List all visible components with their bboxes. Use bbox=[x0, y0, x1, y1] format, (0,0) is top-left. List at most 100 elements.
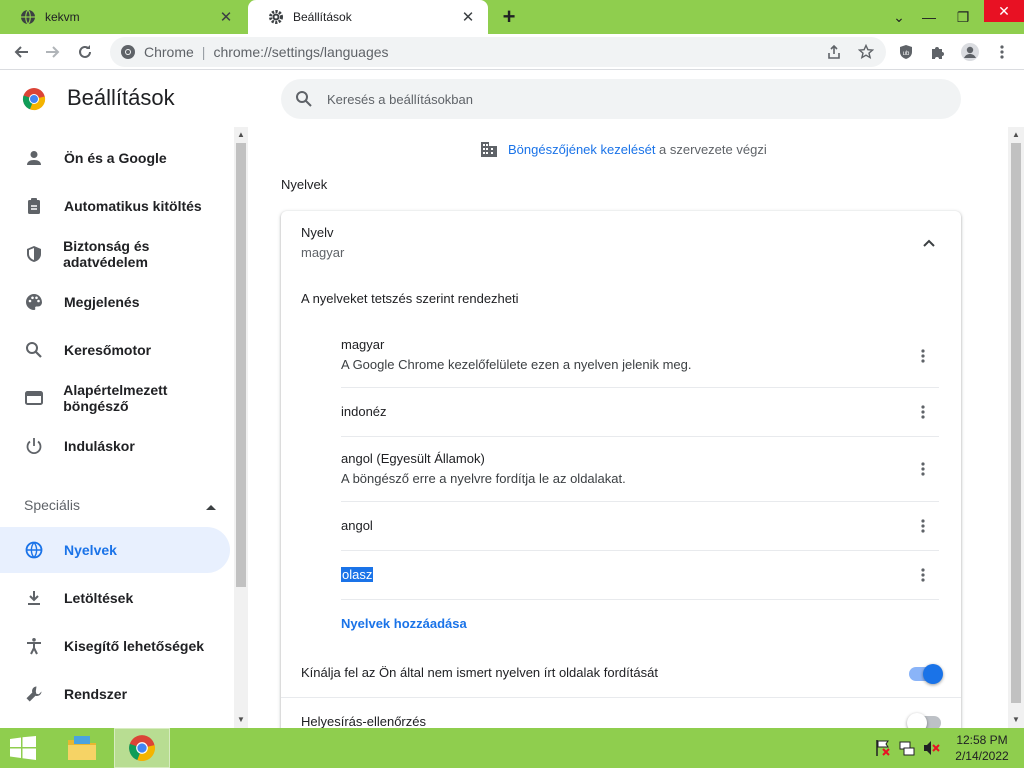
sidebar-item-languages[interactable]: Nyelvek bbox=[0, 527, 230, 573]
sidebar-item-downloads[interactable]: Letöltések bbox=[0, 575, 230, 621]
sidebar-item-privacy[interactable]: Biztonság és adatvédelem bbox=[0, 231, 230, 277]
chrome-logo-icon bbox=[129, 735, 155, 761]
volume-muted-icon[interactable] bbox=[922, 739, 940, 757]
sidebar-item-accessibility[interactable]: Kisegítő lehetőségek bbox=[0, 623, 230, 669]
sidebar-item-autofill[interactable]: Automatikus kitöltés bbox=[0, 183, 230, 229]
network-icon[interactable] bbox=[898, 739, 916, 757]
browser-icon bbox=[24, 388, 43, 408]
tab-search-icon[interactable]: ⌄ bbox=[882, 0, 916, 34]
sidebar-item-appearance[interactable]: Megjelenés bbox=[0, 279, 230, 325]
sidebar-item-default-browser[interactable]: Alapértelmezett böngésző bbox=[0, 375, 230, 421]
scroll-down-arrow-icon[interactable]: ▼ bbox=[1012, 715, 1020, 724]
shield-icon bbox=[24, 244, 43, 264]
arrow-right-icon bbox=[46, 46, 60, 58]
windows-start-icon[interactable] bbox=[8, 736, 38, 760]
caret-up-icon bbox=[206, 497, 216, 513]
clock-date: 2/14/2022 bbox=[955, 749, 1009, 763]
language-description: A böngésző erre a nyelvre fordítja le az… bbox=[341, 471, 626, 486]
language-row-angol-us: angol (Egyesült Államok) A böngésző erre… bbox=[341, 437, 939, 502]
chrome-taskbar-icon[interactable] bbox=[114, 728, 170, 768]
sidebar-item-label: Letöltések bbox=[64, 590, 134, 606]
language-row-angol: angol bbox=[341, 502, 939, 551]
languages-card: Nyelv magyar A nyelveket tetszés szerint… bbox=[281, 211, 961, 741]
sidebar-scrollbar[interactable]: ▲ ▼ bbox=[234, 127, 248, 728]
section-title-languages: Nyelvek bbox=[281, 177, 328, 192]
menu-kebab-icon[interactable] bbox=[989, 39, 1015, 65]
translate-toggle-row[interactable]: Kínálja fel az Ön által nem ismert nyelv… bbox=[281, 649, 961, 697]
sidebar-item-label: Keresőmotor bbox=[64, 342, 152, 358]
search-input[interactable] bbox=[327, 91, 907, 107]
more-options-icon[interactable] bbox=[911, 514, 935, 538]
language-header[interactable]: Nyelv magyar bbox=[301, 225, 344, 260]
tab-close-icon[interactable]: ✕ bbox=[216, 7, 236, 27]
language-row-indonez: indonéz bbox=[341, 388, 939, 437]
folder-icon bbox=[68, 736, 96, 760]
new-tab-button[interactable]: + bbox=[498, 4, 520, 29]
scroll-up-arrow-icon[interactable]: ▲ bbox=[1012, 130, 1020, 139]
chrome-logo-icon bbox=[22, 88, 46, 111]
address-bar[interactable]: Chrome | chrome://settings/languages bbox=[110, 37, 886, 67]
minimize-button[interactable]: — bbox=[912, 0, 946, 34]
language-current: magyar bbox=[301, 245, 345, 260]
wrench-icon bbox=[24, 684, 44, 704]
page-title: Beállítások bbox=[67, 85, 175, 110]
language-row-olasz: olasz bbox=[341, 551, 939, 600]
tab-close-icon[interactable]: ✕ bbox=[458, 7, 478, 27]
windows-taskbar: 12:58 PM 2/14/2022 bbox=[0, 728, 1024, 768]
close-window-button[interactable]: ✕ bbox=[984, 0, 1024, 22]
globe-icon bbox=[24, 540, 44, 560]
sidebar-item-you-and-google[interactable]: Ön és a Google bbox=[0, 135, 230, 181]
tab-title: Beállítások bbox=[293, 10, 352, 24]
main-scrollbar[interactable]: ▲ ▼ bbox=[1008, 127, 1024, 728]
add-languages-button[interactable]: Nyelvek hozzáadása bbox=[341, 616, 467, 631]
action-center-flag-icon[interactable] bbox=[874, 739, 892, 757]
sidebar-item-label: Induláskor bbox=[64, 438, 135, 454]
restore-button[interactable]: ❐ bbox=[946, 0, 980, 34]
power-icon bbox=[24, 436, 44, 456]
settings-sidebar: Ön és a Google Automatikus kitöltés Bizt… bbox=[0, 127, 234, 728]
scrollbar-thumb[interactable] bbox=[1011, 143, 1021, 703]
scrollbar-thumb[interactable] bbox=[236, 143, 246, 587]
scroll-down-arrow-icon[interactable]: ▼ bbox=[237, 715, 245, 724]
share-icon[interactable] bbox=[820, 37, 848, 67]
bookmark-star-icon[interactable] bbox=[852, 37, 880, 67]
person-icon bbox=[24, 148, 44, 168]
file-explorer-taskbar-icon[interactable] bbox=[54, 728, 110, 768]
site-label: Chrome bbox=[144, 44, 194, 60]
search-icon bbox=[24, 340, 44, 360]
reload-button[interactable] bbox=[72, 39, 98, 65]
sidebar-advanced-toggle[interactable]: Speciális bbox=[24, 493, 216, 517]
tab-settings[interactable]: Beállítások ✕ bbox=[248, 0, 488, 34]
extensions-puzzle-icon[interactable] bbox=[925, 39, 951, 65]
sidebar-item-search-engine[interactable]: Keresőmotor bbox=[0, 327, 230, 373]
more-options-icon[interactable] bbox=[911, 563, 935, 587]
tab-kekvm[interactable]: kekvm ✕ bbox=[0, 0, 246, 34]
globe-icon bbox=[20, 9, 36, 25]
more-options-icon[interactable] bbox=[911, 344, 935, 368]
clipboard-icon bbox=[24, 196, 44, 216]
collapse-button[interactable] bbox=[917, 233, 941, 253]
scroll-up-arrow-icon[interactable]: ▲ bbox=[237, 130, 245, 139]
profile-avatar-icon[interactable] bbox=[957, 39, 983, 65]
sidebar-item-label: Kisegítő lehetőségek bbox=[64, 638, 205, 654]
back-button[interactable] bbox=[8, 39, 34, 65]
managed-link[interactable]: Böngészőjének kezelését bbox=[508, 142, 655, 157]
forward-button[interactable] bbox=[40, 39, 66, 65]
more-options-icon[interactable] bbox=[911, 400, 935, 424]
sidebar-item-label: Alapértelmezett böngésző bbox=[63, 382, 168, 414]
browser-toolbar: Chrome | chrome://settings/languages ub bbox=[0, 34, 1024, 70]
sidebar-section-label: Speciális bbox=[24, 497, 81, 513]
spellcheck-label: Helyesírás-ellenőrzés bbox=[301, 714, 426, 729]
sidebar-item-label: Megjelenés bbox=[64, 294, 140, 310]
translate-toggle[interactable] bbox=[909, 664, 943, 684]
more-options-icon[interactable] bbox=[911, 457, 935, 481]
settings-search[interactable] bbox=[281, 79, 961, 119]
reload-icon bbox=[79, 45, 91, 58]
sidebar-item-system[interactable]: Rendszer bbox=[0, 671, 230, 717]
search-icon bbox=[296, 91, 312, 107]
gear-icon bbox=[268, 9, 284, 25]
system-clock[interactable]: 12:58 PM 2/14/2022 bbox=[950, 732, 1014, 764]
ublock-shield-icon[interactable]: ub bbox=[893, 39, 919, 65]
language-name: angol (Egyesült Államok) bbox=[341, 451, 485, 466]
sidebar-item-on-startup[interactable]: Induláskor bbox=[0, 423, 230, 469]
